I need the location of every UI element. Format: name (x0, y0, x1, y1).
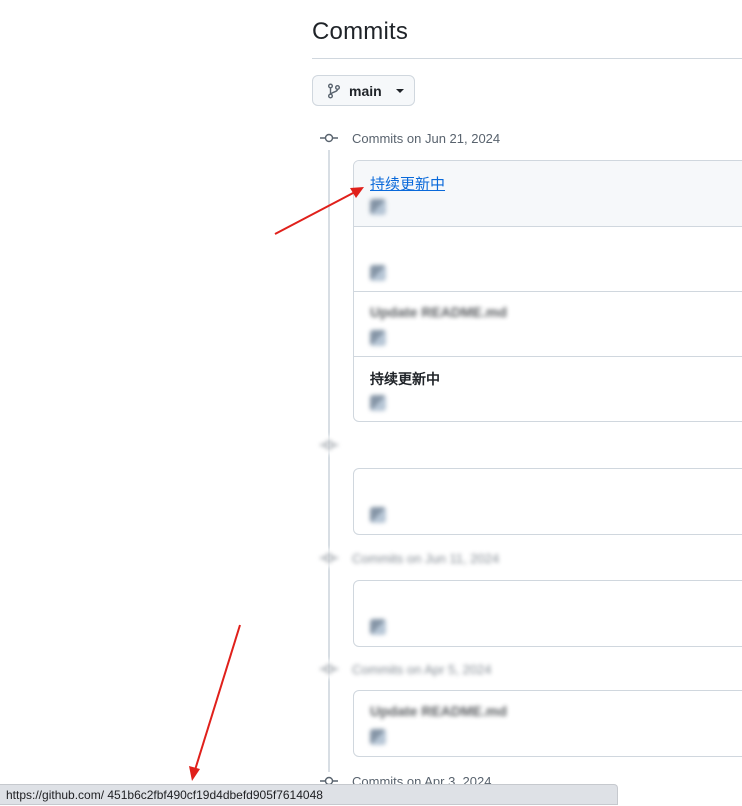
page-title: Commits (312, 18, 409, 45)
group-header-4: Commits on Apr 5, 2024 (320, 659, 491, 679)
arrow-to-commit-link (274, 187, 364, 235)
author-avatar (370, 199, 386, 215)
group-date-label: Commits on Jun 21, 2024 (352, 130, 501, 146)
commit-meta (370, 729, 394, 745)
commit-row[interactable] (354, 469, 742, 534)
commit-list-2 (353, 468, 742, 535)
author-avatar (370, 729, 386, 745)
commit-meta (370, 619, 394, 635)
commit-list-3 (353, 580, 742, 647)
branch-selector-button[interactable]: main (312, 75, 415, 106)
branch-name: main (349, 82, 382, 99)
title-divider (312, 58, 742, 59)
commit-meta (370, 199, 394, 215)
git-branch-icon (327, 83, 341, 99)
commit-row[interactable] (354, 581, 742, 646)
commit-row[interactable] (354, 226, 742, 291)
group-header-1: Commits on Jun 21, 2024 (320, 128, 500, 148)
author-avatar (370, 507, 386, 523)
commit-meta (370, 265, 394, 281)
group-date-label: Commits on Jun 11, 2024 (352, 550, 500, 566)
author-avatar (370, 619, 386, 635)
commit-meta (370, 507, 394, 523)
commit-icon (320, 549, 338, 567)
commit-title-link[interactable]: Update README.md (370, 304, 507, 320)
commit-title-link[interactable]: 持续更新中 (370, 173, 445, 194)
commit-meta (370, 330, 394, 346)
commit-list-4: Update README.md (353, 690, 742, 757)
commit-row[interactable]: 持续更新中 (354, 161, 742, 226)
group-header-3: Commits on Jun 11, 2024 (320, 548, 499, 568)
status-bar-url: https://github.com/ 451b6c2fbf490cf19d4d… (0, 784, 618, 805)
commit-row[interactable]: Update README.md (354, 691, 742, 756)
author-avatar (370, 395, 386, 411)
commit-title-link[interactable]: 持续更新中 (370, 369, 440, 389)
group-date-label: Commits on Apr 5, 2024 (352, 661, 492, 677)
author-avatar (370, 330, 386, 346)
author-avatar (370, 265, 386, 281)
commit-meta (370, 395, 394, 411)
timeline-line (328, 150, 330, 786)
group-header-2 (320, 435, 352, 455)
commit-title-link[interactable]: Update README.md (370, 703, 507, 719)
commit-row[interactable]: 持续更新中 (354, 356, 742, 421)
commit-icon (320, 129, 338, 147)
commit-list-1: 持续更新中 Update README.md 持续更新中 (353, 160, 742, 422)
commit-row[interactable]: Update README.md (354, 291, 742, 356)
commit-icon (320, 660, 338, 678)
chevron-down-icon (395, 88, 404, 93)
arrow-to-status-url (189, 624, 241, 781)
commit-icon (320, 436, 338, 454)
